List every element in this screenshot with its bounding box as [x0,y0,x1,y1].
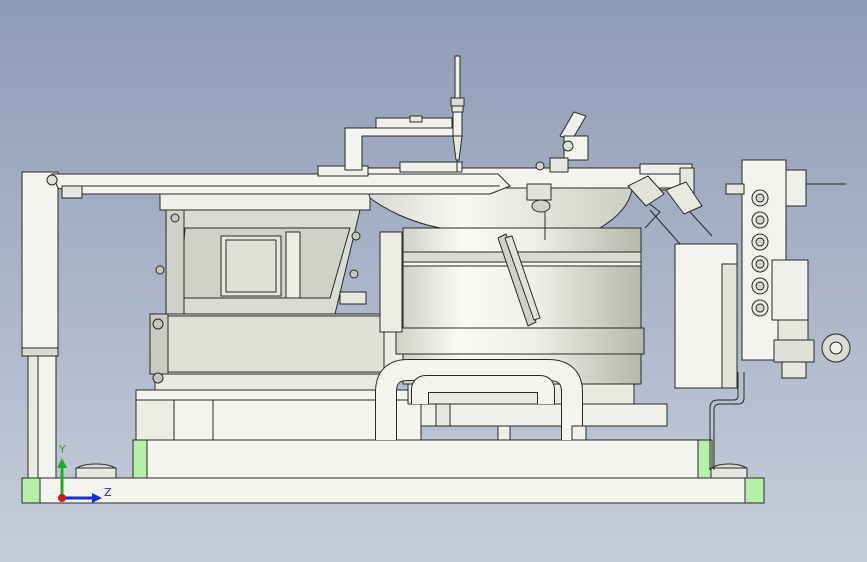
y-axis-label: Y [59,443,66,456]
vibration-drive-block[interactable] [155,187,371,315]
cad-viewport[interactable]: Y Z [0,0,867,562]
z-axis-label: Z [104,486,112,499]
control-box[interactable] [674,243,738,389]
base-plate[interactable] [21,477,765,504]
mounting-plate[interactable] [132,439,713,479]
assembly-side-view [0,0,867,562]
